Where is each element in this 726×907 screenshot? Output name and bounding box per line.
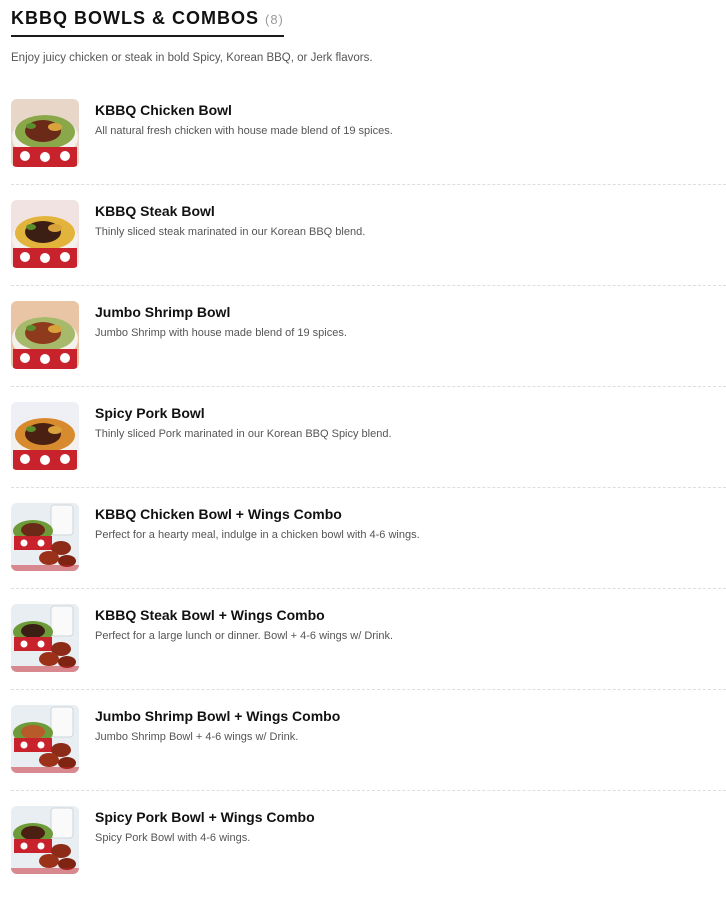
menu-item-name[interactable]: KBBQ Chicken Bowl xyxy=(95,102,232,118)
menu-item-description: Jumbo Shrimp with house made blend of 19… xyxy=(95,327,347,339)
menu-item-image[interactable] xyxy=(11,503,79,571)
menu-item-name[interactable]: Spicy Pork Bowl xyxy=(95,405,205,421)
category-header: KBBQ BOWLS & COMBOS (8) xyxy=(11,8,284,37)
menu-item-description: Jumbo Shrimp Bowl + 4-6 wings w/ Drink. xyxy=(95,731,299,743)
category-description: Enjoy juicy chicken or steak in bold Spi… xyxy=(11,52,373,64)
menu-item-name[interactable]: Spicy Pork Bowl + Wings Combo xyxy=(95,809,315,825)
menu-item-description: Thinly sliced Pork marinated in our Kore… xyxy=(95,428,392,440)
item-divider xyxy=(11,487,726,488)
menu-item[interactable]: Jumbo Shrimp Bowl + Wings Combo Jumbo Shr… xyxy=(0,705,726,806)
menu-item-image[interactable] xyxy=(11,301,79,369)
item-divider xyxy=(11,285,726,286)
menu-item-image[interactable] xyxy=(11,806,79,874)
menu-item[interactable]: KBBQ Steak Bowl Thinly sliced steak marin… xyxy=(0,200,726,301)
menu-item[interactable]: KBBQ Steak Bowl + Wings Combo Perfect for… xyxy=(0,604,726,705)
item-divider xyxy=(11,588,726,589)
category-title: KBBQ BOWLS & COMBOS xyxy=(11,8,259,28)
menu-item-description: Perfect for a large lunch or dinner. Bow… xyxy=(95,630,394,642)
menu-item-list: KBBQ Chicken Bowl All natural fresh chick… xyxy=(0,99,726,907)
menu-item[interactable]: Spicy Pork Bowl Thinly sliced Pork marina… xyxy=(0,402,726,503)
menu-item-name[interactable]: KBBQ Steak Bowl + Wings Combo xyxy=(95,607,325,623)
menu-item-name[interactable]: KBBQ Steak Bowl xyxy=(95,203,215,219)
item-divider xyxy=(11,184,726,185)
menu-item-description: All natural fresh chicken with house mad… xyxy=(95,125,393,137)
category-item-count: (8) xyxy=(265,12,284,27)
menu-item-image[interactable] xyxy=(11,705,79,773)
menu-item-name[interactable]: Jumbo Shrimp Bowl xyxy=(95,304,230,320)
menu-item[interactable]: KBBQ Chicken Bowl All natural fresh chick… xyxy=(0,99,726,200)
menu-item-image[interactable] xyxy=(11,604,79,672)
item-divider xyxy=(11,689,726,690)
menu-item[interactable]: KBBQ Chicken Bowl + Wings Combo Perfect f… xyxy=(0,503,726,604)
menu-item-image[interactable] xyxy=(11,200,79,268)
menu-item-description: Perfect for a hearty meal, indulge in a … xyxy=(95,529,420,541)
menu-item[interactable]: Jumbo Shrimp Bowl Jumbo Shrimp with house… xyxy=(0,301,726,402)
menu-item-name[interactable]: KBBQ Chicken Bowl + Wings Combo xyxy=(95,506,342,522)
menu-item-image[interactable] xyxy=(11,99,79,167)
menu-item-name[interactable]: Jumbo Shrimp Bowl + Wings Combo xyxy=(95,708,340,724)
menu-item[interactable]: Spicy Pork Bowl + Wings Combo Spicy Pork … xyxy=(0,806,726,907)
menu-item-description: Thinly sliced steak marinated in our Kor… xyxy=(95,226,366,238)
menu-item-image[interactable] xyxy=(11,402,79,470)
item-divider xyxy=(11,790,726,791)
item-divider xyxy=(11,386,726,387)
menu-item-description: Spicy Pork Bowl with 4-6 wings. xyxy=(95,832,251,844)
